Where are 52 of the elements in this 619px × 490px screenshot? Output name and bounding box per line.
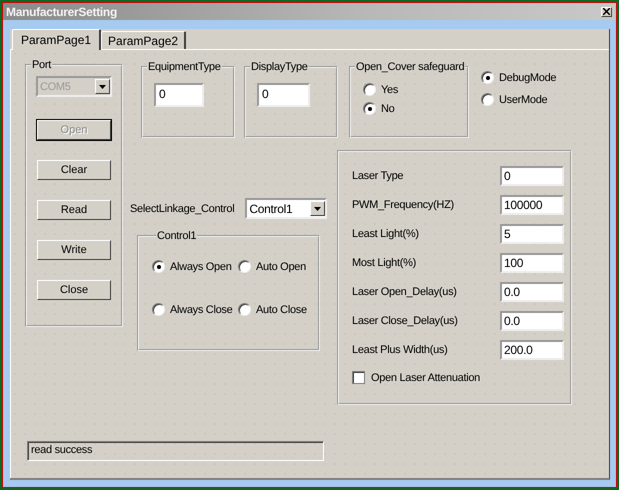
radio-button[interactable] — [238, 260, 251, 273]
group-label: DisplayType — [250, 61, 309, 73]
checkbox[interactable] — [352, 371, 365, 384]
close-icon[interactable] — [601, 6, 612, 16]
action-button[interactable]: Close — [37, 280, 111, 300]
radio-button[interactable] — [363, 83, 376, 96]
input-field[interactable]: 0 — [257, 83, 310, 107]
checkbox-label: Open Laser Attenuation — [371, 372, 480, 384]
radio-button[interactable] — [363, 102, 376, 115]
dropdown-value: Control1 — [249, 202, 292, 216]
field-label: PWM_Frequency(HZ) — [352, 199, 454, 211]
tab[interactable]: ParamPage2 — [101, 31, 186, 49]
group-label: Port — [31, 59, 52, 71]
radio-button[interactable] — [152, 303, 165, 316]
input-field[interactable]: 5 — [500, 224, 564, 244]
radio-label: No — [381, 102, 394, 114]
field-label: Laser Open_Delay(us) — [352, 286, 457, 298]
action-button[interactable]: Read — [37, 200, 111, 220]
radio-label: Always Open — [170, 260, 232, 272]
action-button[interactable]: Write — [37, 240, 111, 260]
group-label: EquipmentType — [147, 61, 222, 73]
radio-label: Auto Close — [256, 304, 307, 316]
input-field[interactable]: 100 — [500, 253, 564, 273]
input-field[interactable]: 0.0 — [500, 311, 564, 331]
input-field[interactable]: 0 — [500, 166, 564, 186]
radio-button[interactable] — [481, 93, 494, 106]
group-label: Control1 — [156, 230, 198, 242]
dropdown-value: COM5 — [40, 80, 71, 92]
radio-label: UserMode — [499, 94, 548, 106]
field-label: Most Light(%) — [352, 257, 416, 269]
field-label: Laser Type — [352, 170, 404, 182]
input-field[interactable]: 100000 — [500, 195, 564, 215]
radio-label: DebugMode — [499, 72, 556, 84]
input-field[interactable]: 0.0 — [500, 282, 564, 302]
status-field: read success — [27, 441, 324, 461]
radio-button[interactable] — [238, 303, 251, 316]
radio-label: Yes — [381, 84, 398, 96]
field-label: Least Plus Width(us) — [352, 344, 448, 356]
input-field[interactable]: 0 — [154, 83, 204, 107]
field-label: Laser Close_Delay(us) — [352, 315, 458, 327]
window-title: ManufacturerSetting — [6, 4, 117, 18]
group-label: Open_Cover safeguard — [355, 61, 466, 73]
radio-label: Always Close — [170, 304, 232, 316]
input-field[interactable]: 200.0 — [500, 340, 564, 360]
action-button[interactable]: Clear — [37, 160, 111, 180]
radio-button[interactable] — [481, 71, 494, 84]
radio-button[interactable] — [152, 260, 165, 273]
radio-label: Auto Open — [256, 260, 306, 272]
tab[interactable]: ParamPage1 — [12, 29, 102, 50]
linkage-dropdown[interactable]: Control1 — [245, 198, 327, 219]
field-label: Least Light(%) — [352, 228, 419, 240]
field-label: SelectLinkage_Control — [130, 202, 234, 214]
